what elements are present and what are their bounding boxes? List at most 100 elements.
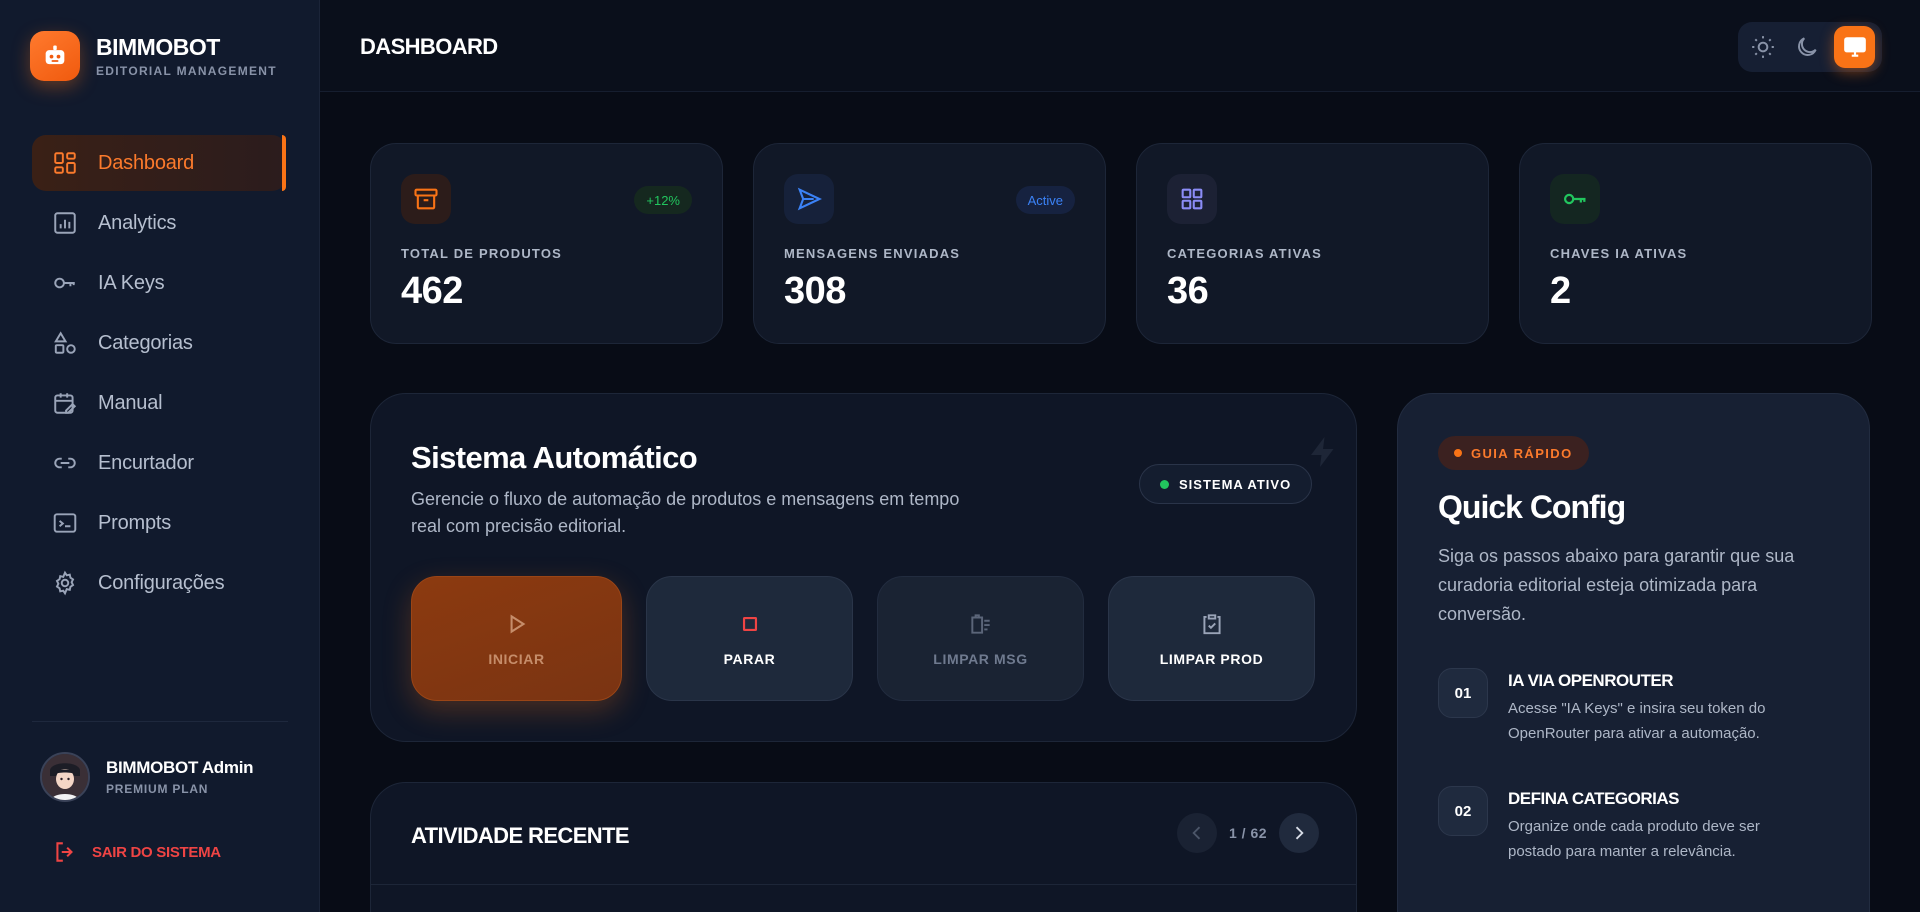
monitor-icon (1843, 37, 1866, 57)
recent-title: ATIVIDADE RECENTE (411, 823, 630, 848)
logout-label: SAIR DO SISTEMA (92, 843, 221, 861)
step-title: DEFINA CATEGORIAS (1508, 789, 1679, 808)
send-icon (784, 174, 834, 224)
stop-icon (742, 616, 757, 631)
sidebar-item-label: Encurtador (98, 451, 194, 474)
stat-badge: +12% (634, 186, 692, 214)
analytics-icon (54, 212, 76, 234)
stat-value: 2 (1550, 270, 1571, 312)
grid-icon (1167, 174, 1217, 224)
sidebar-item-dashboard[interactable]: Dashboard (32, 135, 286, 191)
prev-page-button[interactable] (1177, 813, 1217, 853)
main-content: DASHBOARD +12% TOTAL DE PRODUTOS 462 Act… (320, 0, 1920, 912)
step-number: 01 (1438, 668, 1488, 718)
step-item: 02 DEFINA CATEGORIAS Organize onde cada … (1438, 786, 1808, 864)
sidebar-item-label: Prompts (98, 511, 172, 534)
logout-button[interactable]: SAIR DO SISTEMA (52, 839, 221, 865)
user-profile[interactable]: BIMMOBOT Admin PREMIUM PLAN (40, 752, 254, 802)
key-icon (54, 277, 75, 289)
stat-value: 308 (784, 270, 846, 312)
stat-value: 462 (401, 270, 463, 312)
terminal-icon (53, 513, 77, 533)
pagination: 1 / 62 (1177, 813, 1320, 853)
brand-subtitle: EDITORIAL MANAGEMENT (96, 64, 277, 78)
sun-icon (1751, 36, 1774, 58)
page-title: DASHBOARD (360, 34, 498, 59)
archive-icon (401, 174, 451, 224)
status-badge: SISTEMA ATIVO (1139, 464, 1313, 504)
key-icon (1550, 174, 1600, 224)
page-indicator: 1 / 62 (1229, 825, 1268, 841)
theme-light-button[interactable] (1742, 26, 1783, 68)
clear-products-button[interactable]: LIMPAR PROD (1108, 576, 1315, 701)
stat-label: TOTAL DE PRODUTOS (401, 246, 563, 261)
stat-card-mensagens: Active MENSAGENS ENVIADAS 308 (753, 143, 1106, 344)
sidebar-item-encurtador[interactable]: Encurtador (32, 435, 286, 491)
start-label: INICIAR (488, 650, 545, 667)
sidebar-item-label: IA Keys (98, 271, 165, 294)
recent-divider (371, 884, 1356, 885)
sidebar-item-label: Analytics (98, 211, 177, 234)
guide-badge: GUIA RÁPIDO (1438, 436, 1589, 470)
sidebar-item-analytics[interactable]: Analytics (32, 195, 286, 251)
step-number: 02 (1438, 786, 1488, 836)
play-icon (510, 614, 525, 633)
next-page-button[interactable] (1279, 813, 1320, 853)
sidebar-item-label: Categorias (98, 331, 193, 354)
calendar-edit-icon (54, 393, 77, 414)
guide-dot (1454, 449, 1462, 457)
clear-messages-icon (970, 613, 990, 634)
stat-label: CATEGORIAS ATIVAS (1167, 246, 1322, 261)
chevron-right-icon (1295, 826, 1304, 840)
dashboard-icon (54, 152, 76, 174)
sidebar-item-label: Manual (98, 391, 163, 414)
stop-label: PARAR (723, 650, 776, 667)
guide-label: GUIA RÁPIDO (1471, 445, 1573, 461)
stat-card-chaves: CHAVES IA ATIVAS 2 (1519, 143, 1872, 344)
stat-card-produtos: +12% TOTAL DE PRODUTOS 462 (370, 143, 723, 344)
gear-icon (55, 570, 75, 596)
stat-label: MENSAGENS ENVIADAS (784, 246, 961, 261)
theme-system-button[interactable] (1834, 26, 1875, 68)
status-label: SISTEMA ATIVO (1179, 476, 1292, 492)
robot-icon (30, 31, 80, 81)
quick-config-panel: GUIA RÁPIDO Quick Config Siga os passos … (1397, 393, 1870, 912)
step-text: Acesse "IA Keys" e insira seu token do O… (1508, 700, 1766, 742)
step-title: IA VIA OPENROUTER (1508, 671, 1673, 690)
stats-row: +12% TOTAL DE PRODUTOS 462 Active MENSAG… (370, 143, 1872, 344)
clear-messages-button[interactable]: LIMPAR MSG (877, 576, 1084, 701)
automation-actions: INICIAR PARAR LIMPAR MSG LIMPAR PROD (411, 576, 1315, 701)
bolt-icon (1311, 437, 1334, 467)
stat-card-categorias: CATEGORIAS ATIVAS 36 (1136, 143, 1489, 344)
sidebar-item-categorias[interactable]: Categorias (32, 315, 286, 371)
quick-config-description: Siga os passos abaixo para garantir que … (1438, 546, 1795, 624)
sidebar-item-ia-keys[interactable]: IA Keys (32, 255, 286, 311)
sidebar-item-configuracoes[interactable]: Configurações (32, 555, 286, 611)
stat-value: 36 (1167, 270, 1209, 312)
stop-button[interactable]: PARAR (646, 576, 853, 701)
moon-icon (1797, 37, 1817, 56)
brand-name: BIMMOBOT (96, 34, 220, 60)
sidebar: BIMMOBOT EDITORIAL MANAGEMENT Dashboard … (0, 0, 320, 912)
automation-description: Gerencie o fluxo de automação de produto… (411, 489, 960, 536)
topbar: DASHBOARD (320, 0, 1920, 92)
sidebar-item-label: Dashboard (98, 151, 195, 174)
link-icon (54, 457, 76, 469)
step-item: 01 IA VIA OPENROUTER Acesse "IA Keys" e … (1438, 668, 1808, 746)
step-text: Organize onde cada produto deve ser post… (1508, 818, 1760, 860)
app-root: BIMMOBOT EDITORIAL MANAGEMENT Dashboard … (0, 0, 1920, 912)
brand[interactable]: BIMMOBOT EDITORIAL MANAGEMENT (30, 31, 277, 81)
status-dot (1160, 479, 1169, 489)
clear-messages-label: LIMPAR MSG (933, 650, 1028, 667)
stat-label: CHAVES IA ATIVAS (1550, 246, 1688, 261)
start-button[interactable]: INICIAR (411, 576, 622, 701)
user-name: BIMMOBOT Admin (106, 758, 254, 777)
automation-title: Sistema Automático (411, 440, 698, 475)
sidebar-divider (32, 721, 288, 722)
sidebar-item-label: Configurações (98, 571, 225, 594)
theme-dark-button[interactable] (1786, 26, 1827, 68)
automation-panel: Sistema Automático Gerencie o fluxo de a… (370, 393, 1357, 742)
sidebar-item-manual[interactable]: Manual (32, 375, 286, 431)
shapes-icon (54, 331, 76, 354)
sidebar-item-prompts[interactable]: Prompts (32, 495, 286, 551)
